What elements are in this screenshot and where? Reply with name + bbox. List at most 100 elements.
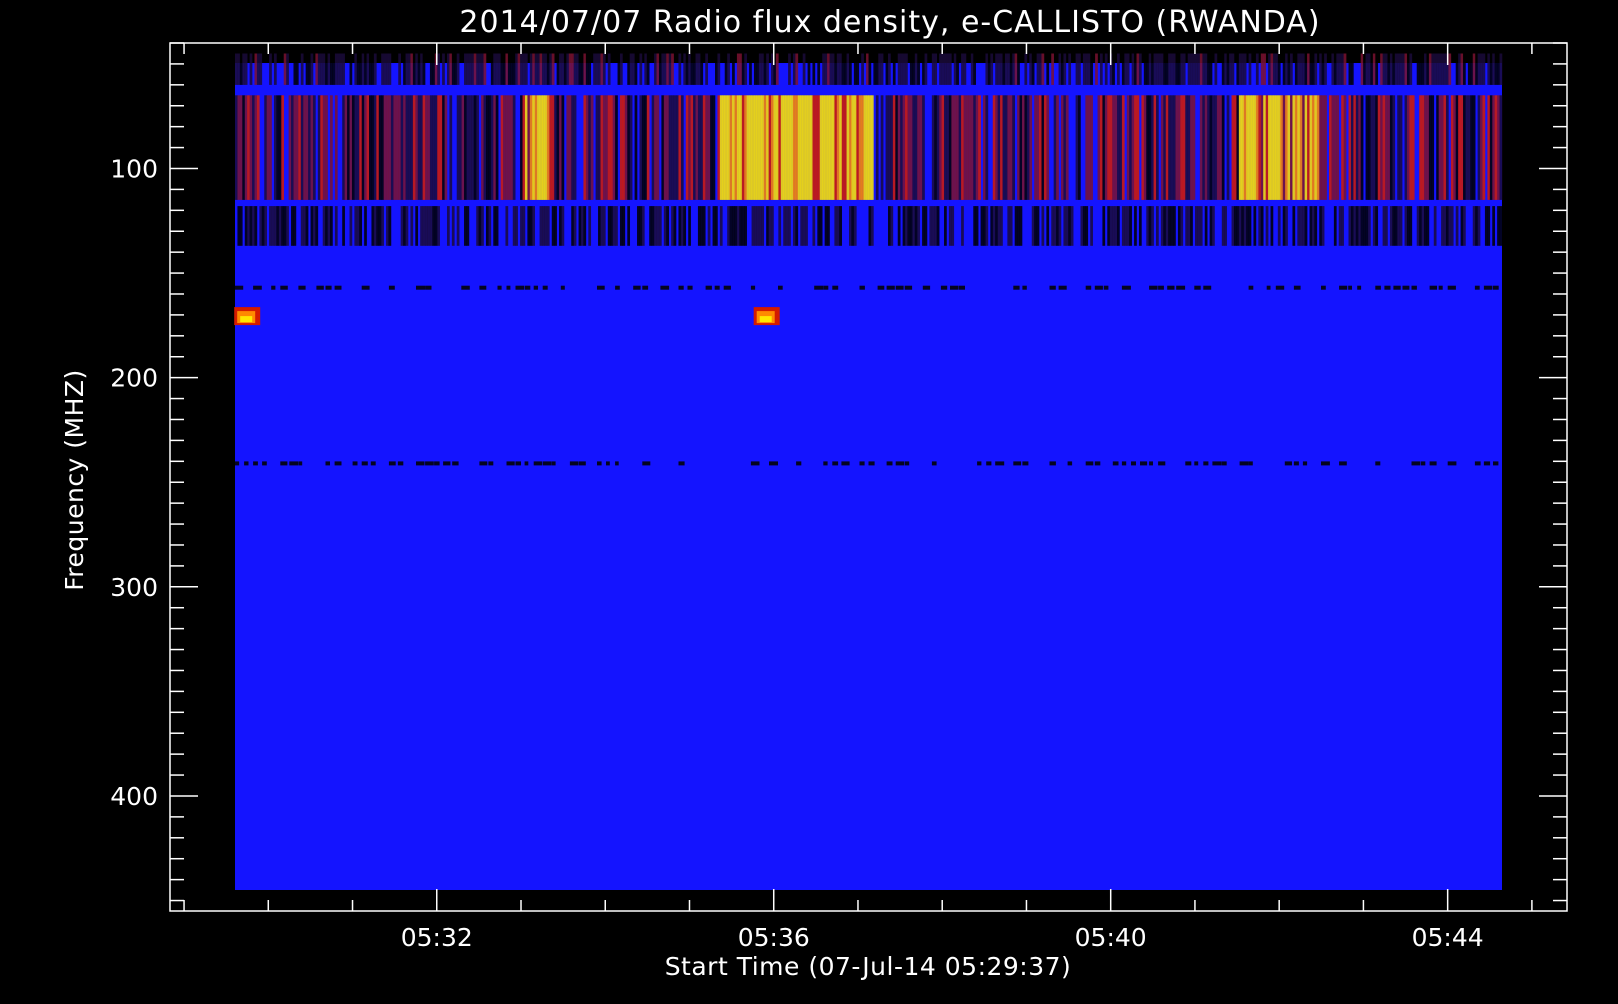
dark-line-segment: [479, 461, 488, 466]
spectrogram-column: [334, 206, 338, 246]
dark-line-segment: [886, 285, 895, 290]
spectrogram-column: [1367, 53, 1371, 85]
spectrogram-column: [527, 206, 531, 246]
spectrogram-column: [892, 53, 896, 85]
spectrogram-column: [1046, 95, 1050, 200]
spectrogram-column: [929, 206, 933, 246]
dark-line-segment: [1176, 285, 1186, 290]
spectrogram-column: [1314, 206, 1318, 246]
spectrogram-column: [817, 206, 821, 246]
spectrogram-column: [612, 95, 616, 200]
spectrogram-column: [700, 95, 704, 200]
spectrogram-column: [366, 95, 370, 200]
spectrogram-column: [1260, 95, 1264, 200]
spectrogram-column: [349, 206, 353, 246]
spectrogram-column: [1421, 53, 1425, 85]
spectrogram-column: [312, 95, 316, 200]
spectrogram-column: [1419, 53, 1422, 85]
spectrogram-column: [1034, 95, 1037, 200]
spectrogram-column: [305, 95, 309, 200]
spectrogram-column: [766, 53, 769, 85]
spectrogram-column: [812, 53, 816, 85]
spectrogram-column: [885, 53, 889, 85]
spectrogram-column: [902, 53, 906, 85]
spectrogram-column: [1165, 206, 1169, 246]
spectrogram-column: [381, 53, 384, 85]
spectrogram-column: [739, 53, 743, 85]
spectrogram-column: [378, 95, 382, 200]
spectrogram-column: [1499, 206, 1503, 246]
spectrogram-column: [432, 53, 436, 85]
spectrogram-column: [349, 95, 353, 200]
spectrogram-column: [1063, 95, 1067, 200]
spectrogram-column: [578, 206, 582, 246]
spectrogram-column: [454, 53, 458, 85]
spectrogram-column: [1380, 53, 1383, 85]
spectrogram-column: [1426, 53, 1430, 85]
spectrogram-column: [1226, 53, 1230, 85]
spectrogram-column: [792, 95, 796, 200]
spectrogram-column: [1426, 95, 1430, 200]
spectrogram-column: [900, 95, 903, 200]
spectrogram-column: [822, 53, 825, 85]
spectrogram-column: [1175, 53, 1179, 85]
spectrogram-column: [1121, 53, 1125, 85]
spectrogram-column: [1416, 206, 1420, 246]
spectrogram-column: [812, 206, 816, 246]
spectrogram-column: [1287, 53, 1291, 85]
spectrogram-column: [1007, 95, 1011, 200]
spectrogram-column: [473, 95, 477, 200]
spectrogram-column: [863, 95, 867, 200]
dark-line-segment: [316, 285, 324, 290]
spectrogram-figure: 2014/07/07 Radio flux density, e-CALLIST…: [0, 0, 1618, 1000]
spectrogram-column: [1467, 95, 1471, 200]
spectrogram-column: [598, 95, 601, 200]
dark-line-segment: [1384, 285, 1391, 290]
spectrogram-column: [537, 53, 540, 85]
spectrogram-column: [388, 53, 392, 85]
spectrogram-column: [505, 206, 509, 246]
spectrogram-column: [532, 53, 535, 85]
spectrogram-column: [1331, 95, 1335, 200]
spectrogram-column: [946, 53, 950, 85]
spectrogram-column: [1246, 206, 1249, 246]
spectrogram-column: [383, 95, 387, 200]
spectrogram-column: [1275, 53, 1279, 85]
spectrogram-column: [1041, 95, 1045, 200]
spectrogram-column: [810, 95, 813, 200]
spectrogram-column: [1277, 95, 1281, 200]
dark-line-segment: [461, 285, 470, 290]
spectrogram-column: [897, 95, 901, 200]
spectrogram-column: [288, 95, 292, 200]
spectrogram-column: [383, 53, 387, 85]
spectrogram-column: [334, 53, 338, 85]
dark-line-segment: [1239, 461, 1249, 466]
dark-line-segment: [1085, 461, 1094, 466]
spectrogram-column: [561, 53, 565, 85]
x-tick-label: 05:44: [1412, 923, 1484, 952]
spectrogram-column: [1406, 53, 1410, 85]
spectrogram-column: [485, 206, 489, 246]
spectrogram-column: [902, 206, 906, 246]
dark-line-segment: [1121, 461, 1127, 466]
spectrogram-column: [1029, 53, 1033, 85]
spectrogram-column: [866, 95, 869, 200]
spectrogram-column: [1402, 53, 1405, 85]
dark-line-segment: [524, 285, 531, 290]
spectrogram-column: [1068, 53, 1072, 85]
spectrogram-column: [1000, 53, 1003, 85]
dark-line-segment: [950, 285, 959, 290]
spectrogram-column: [956, 95, 959, 200]
spectrogram-column: [420, 206, 423, 246]
dark-line-segment: [986, 461, 992, 466]
spectrogram-column: [771, 95, 774, 200]
spectrogram-column: [968, 95, 972, 200]
spectrogram-column: [330, 95, 333, 200]
spectrogram-column: [595, 95, 599, 200]
spectrogram-column: [1007, 206, 1011, 246]
spectrogram-column: [425, 206, 428, 246]
spectrogram-column: [580, 206, 584, 246]
dark-line-segment: [868, 461, 875, 466]
spectrogram-column: [1443, 206, 1447, 246]
spectrogram-column: [1124, 53, 1128, 85]
